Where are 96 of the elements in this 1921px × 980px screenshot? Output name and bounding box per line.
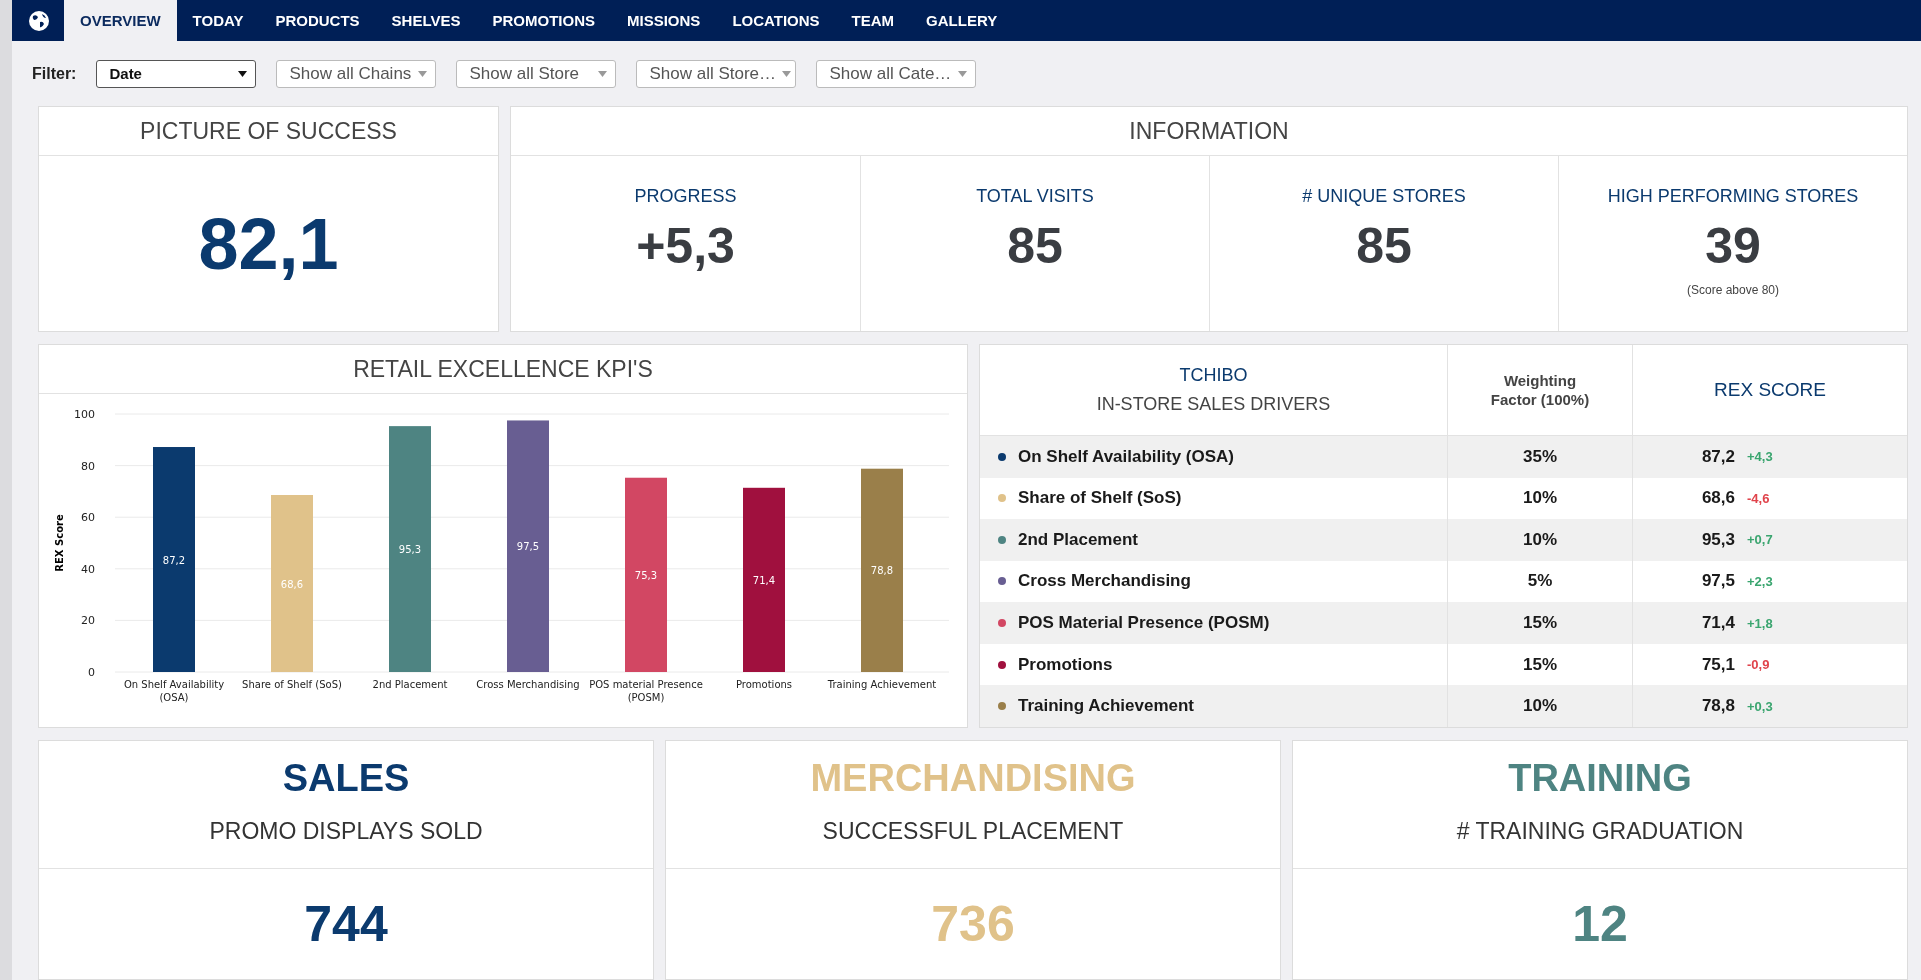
- caret-icon: [958, 70, 968, 77]
- axis-tick-label: 100: [74, 408, 95, 421]
- driver-name: POS Material Presence (POSM): [1018, 613, 1270, 634]
- axis-category-label: On Shelf Availability (OSA): [123, 679, 225, 703]
- caret-icon: [418, 70, 428, 77]
- nav-tab[interactable]: MISSIONS: [611, 0, 717, 42]
- axis-tick-label: 40: [81, 562, 95, 576]
- summary-value: 736: [930, 895, 1016, 953]
- nav-tab[interactable]: GALLERY: [910, 0, 1014, 42]
- score-value: 95,3: [1701, 529, 1735, 550]
- metric-value: +5,3: [636, 217, 735, 275]
- card-subtitle: SUCCESSFUL PLACEMENT: [666, 818, 1280, 869]
- metric-value: 85: [1356, 217, 1412, 275]
- caret-icon: [598, 70, 608, 77]
- column-header: IN-STORE SALES DRIVERS: [1096, 394, 1331, 415]
- metric-label: # UNIQUE STORES: [1302, 186, 1466, 207]
- score-value: 97,5: [1701, 571, 1735, 592]
- score-value: 71,4: [1701, 613, 1735, 634]
- nav-tab[interactable]: SHELVES: [375, 0, 477, 42]
- driver-name: Training Achievement: [1018, 696, 1195, 717]
- axis-category-label: Training Achievement: [827, 679, 937, 690]
- score-value: 87,2: [1701, 446, 1735, 467]
- driver-name: 2nd Placement: [1018, 529, 1138, 550]
- metric-value: 39: [1705, 217, 1761, 275]
- filter-dropdown[interactable]: Show all Store…: [636, 59, 797, 88]
- delta-value: +0,7: [1747, 532, 1774, 548]
- score-value: 75,1: [1701, 654, 1735, 675]
- summary-value: 12: [1571, 895, 1629, 953]
- nav-tab[interactable]: TODAY: [176, 0, 260, 42]
- column-header: Weighting Factor (100%): [1489, 370, 1591, 410]
- driver-name: Promotions: [1018, 654, 1113, 675]
- card-title: MERCHANDISING: [809, 757, 1137, 800]
- delta-value: -4,6: [1747, 490, 1771, 506]
- filter-dropdown[interactable]: Show all Store: [456, 59, 617, 88]
- filter-dropdown[interactable]: Show all Chains: [276, 59, 437, 88]
- filter-dropdown[interactable]: Date: [96, 59, 257, 88]
- weight-value: 35%: [1523, 446, 1557, 467]
- delta-value: +1,8: [1747, 615, 1774, 631]
- card-subtitle: PROMO DISPLAYS SOLD: [39, 818, 653, 869]
- bar-value-label: 68,6: [280, 578, 304, 590]
- summary-value: 744: [303, 895, 389, 953]
- axis-tick-label: 80: [81, 459, 95, 473]
- card-title: INFORMATION: [511, 107, 1907, 156]
- brand-name: TCHIBO: [1179, 365, 1248, 386]
- card-title: TRAINING: [1507, 757, 1693, 800]
- metric-value: 85: [1007, 217, 1063, 275]
- globe-icon[interactable]: [28, 9, 50, 32]
- axis-category-label: Share of Shelf (SoS): [242, 679, 342, 690]
- delta-value: +2,3: [1747, 574, 1774, 589]
- axis-tick-label: 20: [81, 614, 95, 628]
- caret-icon: [238, 70, 248, 77]
- driver-name: Share of Shelf (SoS): [1018, 488, 1182, 509]
- delta-value: +0,3: [1747, 698, 1774, 714]
- nav-tab[interactable]: LOCATIONS: [716, 0, 836, 42]
- score-value: 78,8: [1701, 696, 1735, 717]
- axis-tick-label: 60: [81, 511, 95, 525]
- card-title: RETAIL EXCELLENCE KPI'S: [39, 345, 967, 394]
- weight-value: 10%: [1523, 529, 1557, 550]
- metric-label: PROGRESS: [634, 186, 737, 207]
- weight-value: 5%: [1527, 571, 1553, 592]
- score-value: 82,1: [197, 202, 340, 286]
- card-subtitle: # TRAINING GRADUATION: [1293, 818, 1907, 869]
- column-header: REX SCORE: [1714, 379, 1826, 401]
- axis-tick-label: 0: [88, 666, 95, 679]
- nav-tab[interactable]: OVERVIEW: [64, 0, 177, 42]
- filter-dropdown[interactable]: Show all Cate…: [816, 59, 977, 88]
- delta-value: +4,3: [1747, 449, 1774, 465]
- card-title: SALES: [281, 757, 411, 800]
- nav-tab[interactable]: PROMOTIONS: [476, 0, 612, 42]
- filter-label: Filter:: [32, 64, 77, 83]
- metric-note: (Score above 80): [1686, 283, 1780, 297]
- bar-value-label: 87,2: [162, 554, 186, 566]
- nav-tab[interactable]: TEAM: [835, 0, 911, 42]
- weight-value: 15%: [1523, 613, 1557, 634]
- weight-value: 10%: [1523, 488, 1557, 509]
- bar-value-label: 97,5: [516, 541, 540, 553]
- caret-icon: [782, 70, 792, 77]
- weight-value: 15%: [1523, 654, 1557, 675]
- bar-value-label: 71,4: [752, 574, 776, 586]
- axis-category-label: 2nd Placement: [372, 679, 448, 690]
- axis-category-label: Cross Merchandising: [476, 679, 580, 690]
- driver-name: On Shelf Availability (OSA): [1018, 446, 1234, 467]
- metric-label: TOTAL VISITS: [976, 186, 1094, 207]
- delta-value: -0,9: [1747, 657, 1771, 673]
- axis-title: REX Score: [54, 514, 65, 572]
- bar-value-label: 78,8: [870, 565, 894, 577]
- bar-value-label: 75,3: [634, 569, 658, 581]
- driver-name: Cross Merchandising: [1018, 571, 1191, 592]
- score-value: 68,6: [1701, 488, 1735, 509]
- axis-category-label: Promotions: [735, 679, 793, 690]
- nav-tab[interactable]: PRODUCTS: [259, 0, 376, 42]
- weight-value: 10%: [1523, 696, 1557, 717]
- axis-category-label: POS material Presence (POSM): [589, 679, 703, 703]
- bar-value-label: 95,3: [398, 544, 422, 556]
- card-title: PICTURE OF SUCCESS: [39, 107, 498, 156]
- metric-label: HIGH PERFORMING STORES: [1607, 186, 1859, 207]
